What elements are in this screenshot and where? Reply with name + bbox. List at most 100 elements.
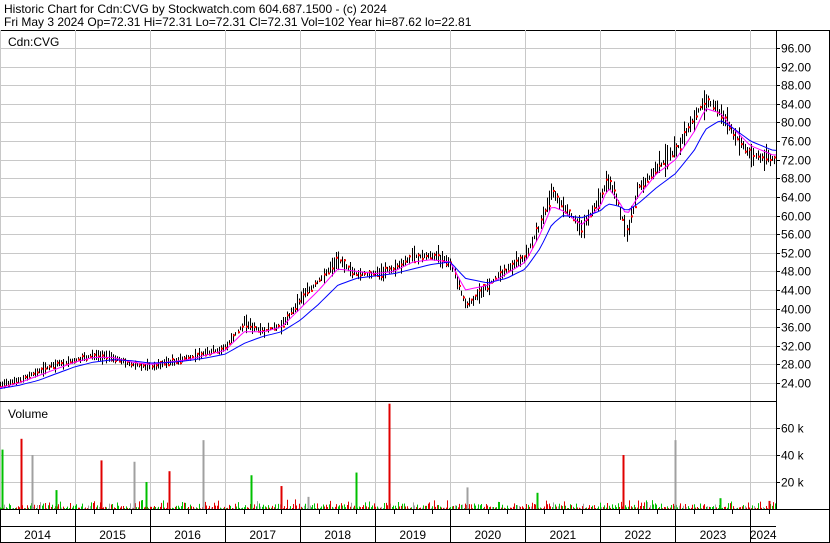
year-label: 2018 [324, 528, 351, 542]
volume-tick-label: 20 k [781, 476, 805, 490]
price-close-marker [684, 131, 686, 134]
price-tick-label: 40.00 [781, 303, 811, 317]
year-label: 2024 [750, 528, 777, 542]
price-close-marker [725, 116, 727, 119]
price-close-marker [156, 364, 158, 367]
chart-header-line2: Fri May 3 2024 Op=72.31 Hi=72.31 Lo=72.3… [4, 15, 472, 29]
price-close-marker [426, 255, 428, 258]
price-close-marker [643, 185, 645, 188]
price-close-marker [201, 352, 203, 355]
price-close-marker [278, 324, 280, 327]
price-close-marker [270, 327, 272, 330]
price-close-marker [238, 331, 240, 334]
price-close-marker [184, 357, 186, 360]
price-close-marker [221, 347, 223, 350]
price-close-marker [774, 156, 776, 159]
price-close-marker [729, 127, 731, 130]
price-close-marker [418, 254, 420, 257]
price-close-marker [524, 255, 526, 258]
price-close-marker [745, 150, 747, 153]
year-label: 2015 [99, 528, 126, 542]
price-close-marker [520, 256, 522, 259]
price-close-marker [741, 143, 743, 146]
price-close-marker [557, 195, 559, 198]
price-close-marker [639, 185, 641, 188]
price-close-marker [192, 355, 194, 358]
price-close-marker [94, 353, 96, 356]
price-close-marker [614, 189, 616, 192]
price-close-marker [389, 267, 391, 270]
chart-frame [0, 30, 830, 543]
price-close-marker [78, 358, 80, 361]
price-tick-label: 64.00 [781, 191, 811, 205]
price-close-marker [139, 363, 141, 366]
year-label: 2023 [700, 528, 727, 542]
price-tick-label: 24.00 [781, 377, 811, 391]
price-close-marker [197, 352, 199, 355]
price-close-marker [631, 215, 633, 218]
price-close-marker [438, 254, 440, 257]
price-close-marker [581, 230, 583, 233]
price-close-marker [311, 289, 313, 292]
price-close-marker [180, 362, 182, 365]
price-close-marker [307, 292, 309, 295]
price-close-marker [131, 363, 133, 366]
price-panel-title: Cdn:CVG [8, 35, 59, 49]
price-close-marker [242, 325, 244, 328]
price-close-marker [364, 272, 366, 275]
price-tick-label: 76.00 [781, 135, 811, 149]
price-close-marker [360, 274, 362, 277]
price-close-marker [315, 282, 317, 285]
price-close-marker [749, 148, 751, 151]
price-close-marker [250, 325, 252, 328]
price-tick-label: 96.00 [781, 42, 811, 56]
price-close-marker [246, 325, 248, 328]
price-tick-label: 52.00 [781, 247, 811, 261]
price-close-marker [348, 265, 350, 268]
price-close-marker [164, 363, 166, 366]
price-close-marker [434, 253, 436, 256]
year-label: 2019 [399, 528, 426, 542]
price-close-marker [475, 294, 477, 297]
price-tick-label: 36.00 [781, 321, 811, 335]
price-close-marker [381, 275, 383, 278]
price-close-marker [467, 303, 469, 306]
year-label: 2020 [474, 528, 501, 542]
price-close-marker [463, 296, 465, 299]
price-close-marker [622, 218, 624, 221]
price-close-marker [758, 155, 760, 158]
price-tick-label: 84.00 [781, 98, 811, 112]
price-close-marker [188, 356, 190, 359]
year-label: 2016 [174, 528, 201, 542]
price-close-marker [352, 273, 354, 276]
price-close-marker [516, 259, 518, 262]
price-tick-label: 80.00 [781, 116, 811, 130]
price-close-marker [287, 314, 289, 317]
price-tick-label: 56.00 [781, 228, 811, 242]
price-close-marker [299, 300, 301, 303]
price-close-marker [401, 263, 403, 266]
price-close-marker [676, 145, 678, 148]
price-close-marker [504, 268, 506, 271]
price-close-marker [53, 367, 55, 370]
price-tick-label: 92.00 [781, 61, 811, 75]
price-tick-label: 32.00 [781, 340, 811, 354]
price-close-marker [487, 287, 489, 290]
price-close-marker [328, 272, 330, 275]
price-close-marker [25, 376, 27, 379]
year-label: 2017 [249, 528, 276, 542]
price-close-marker [405, 260, 407, 263]
price-close-marker [688, 126, 690, 129]
price-tick-label: 60.00 [781, 210, 811, 224]
price-close-marker [500, 271, 502, 274]
price-close-marker [704, 102, 706, 105]
price-close-marker [254, 326, 256, 329]
stock-chart: Historic Chart for Cdn:CVG by Stockwatch… [0, 0, 830, 543]
price-close-marker [696, 115, 698, 118]
price-close-marker [283, 325, 285, 328]
price-close-marker [512, 262, 514, 265]
price-close-marker [82, 355, 84, 358]
price-close-marker [119, 360, 121, 363]
price-close-marker [647, 180, 649, 183]
price-close-marker [33, 372, 35, 375]
